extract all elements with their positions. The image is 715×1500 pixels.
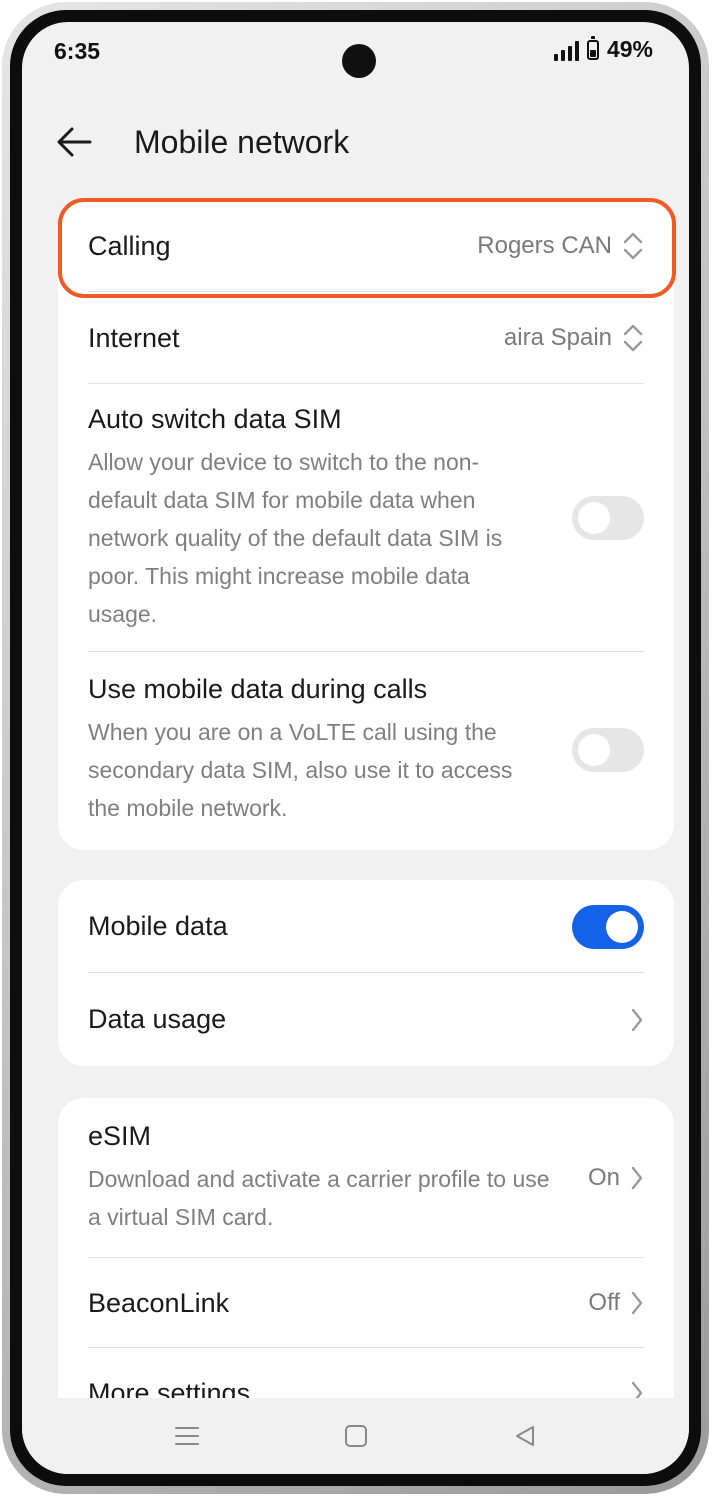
calling-value: Rogers CAN bbox=[477, 232, 612, 259]
back-triangle-icon[interactable] bbox=[513, 1424, 537, 1448]
mobile-data-label: Mobile data bbox=[88, 911, 228, 941]
signal-icon bbox=[553, 39, 579, 61]
beaconlink-value: Off bbox=[588, 1289, 620, 1316]
phone-bezel: 6:35 49% Mobile network Calling Rogers C… bbox=[10, 10, 701, 1486]
data-during-calls-row[interactable]: Use mobile data during calls When you ar… bbox=[88, 652, 644, 848]
phone-frame: 6:35 49% Mobile network Calling Rogers C… bbox=[2, 2, 709, 1494]
data-during-calls-toggle[interactable] bbox=[572, 728, 644, 772]
page-title: Mobile network bbox=[134, 124, 350, 160]
battery-icon bbox=[586, 35, 599, 60]
chevron-right-icon bbox=[631, 1166, 643, 1190]
battery-percent: 49% bbox=[606, 36, 653, 62]
up-down-chevron-icon bbox=[623, 232, 643, 260]
auto-switch-row[interactable]: Auto switch data SIM Allow your device t… bbox=[88, 384, 644, 652]
data-usage-row[interactable]: Data usage bbox=[88, 973, 644, 1066]
chevron-right-icon bbox=[631, 1291, 643, 1315]
esim-row[interactable]: eSIM Download and activate a carrier pro… bbox=[88, 1098, 644, 1258]
beaconlink-row[interactable]: BeaconLink Off bbox=[88, 1258, 644, 1348]
home-icon[interactable] bbox=[344, 1424, 368, 1448]
auto-switch-description: Allow your device to switch to the non-d… bbox=[88, 448, 503, 627]
back-button[interactable] bbox=[50, 118, 98, 166]
screen: 6:35 49% Mobile network Calling Rogers C… bbox=[22, 22, 689, 1474]
auto-switch-toggle[interactable] bbox=[572, 496, 644, 540]
up-down-chevron-icon bbox=[623, 324, 643, 352]
status-indicators: 49% bbox=[553, 35, 653, 63]
navigation-bar bbox=[22, 1398, 689, 1474]
esim-value: On bbox=[587, 1164, 620, 1191]
data-during-calls-description: When you are on a VoLTE call using the s… bbox=[88, 718, 513, 821]
calling-row[interactable]: Calling Rogers CAN bbox=[88, 200, 644, 292]
beaconlink-label: BeaconLink bbox=[88, 1287, 230, 1318]
internet-label: Internet bbox=[88, 322, 180, 353]
calling-label: Calling bbox=[88, 230, 171, 261]
auto-switch-title: Auto switch data SIM bbox=[88, 403, 342, 434]
esim-title: eSIM bbox=[88, 1120, 152, 1151]
status-time: 6:35 bbox=[54, 38, 101, 64]
internet-row[interactable]: Internet aira Spain bbox=[88, 292, 644, 384]
data-usage-label: Data usage bbox=[88, 1004, 227, 1034]
mobile-data-card: Mobile data Data usage bbox=[58, 880, 674, 1066]
esim-description: Download and activate a carrier profile … bbox=[88, 1165, 550, 1230]
front-camera bbox=[342, 44, 376, 78]
menu-icon[interactable] bbox=[174, 1425, 200, 1447]
back-arrow-icon bbox=[57, 127, 92, 157]
mobile-data-row[interactable]: Mobile data bbox=[88, 880, 644, 973]
data-during-calls-title: Use mobile data during calls bbox=[88, 673, 428, 704]
other-settings-card: eSIM Download and activate a carrier pro… bbox=[58, 1098, 674, 1438]
sim-settings-card: Calling Rogers CAN Internet aira Spain A… bbox=[58, 200, 674, 850]
chevron-right-icon bbox=[631, 1008, 643, 1031]
mobile-data-toggle[interactable] bbox=[572, 904, 644, 949]
internet-value: aira Spain bbox=[503, 324, 612, 351]
